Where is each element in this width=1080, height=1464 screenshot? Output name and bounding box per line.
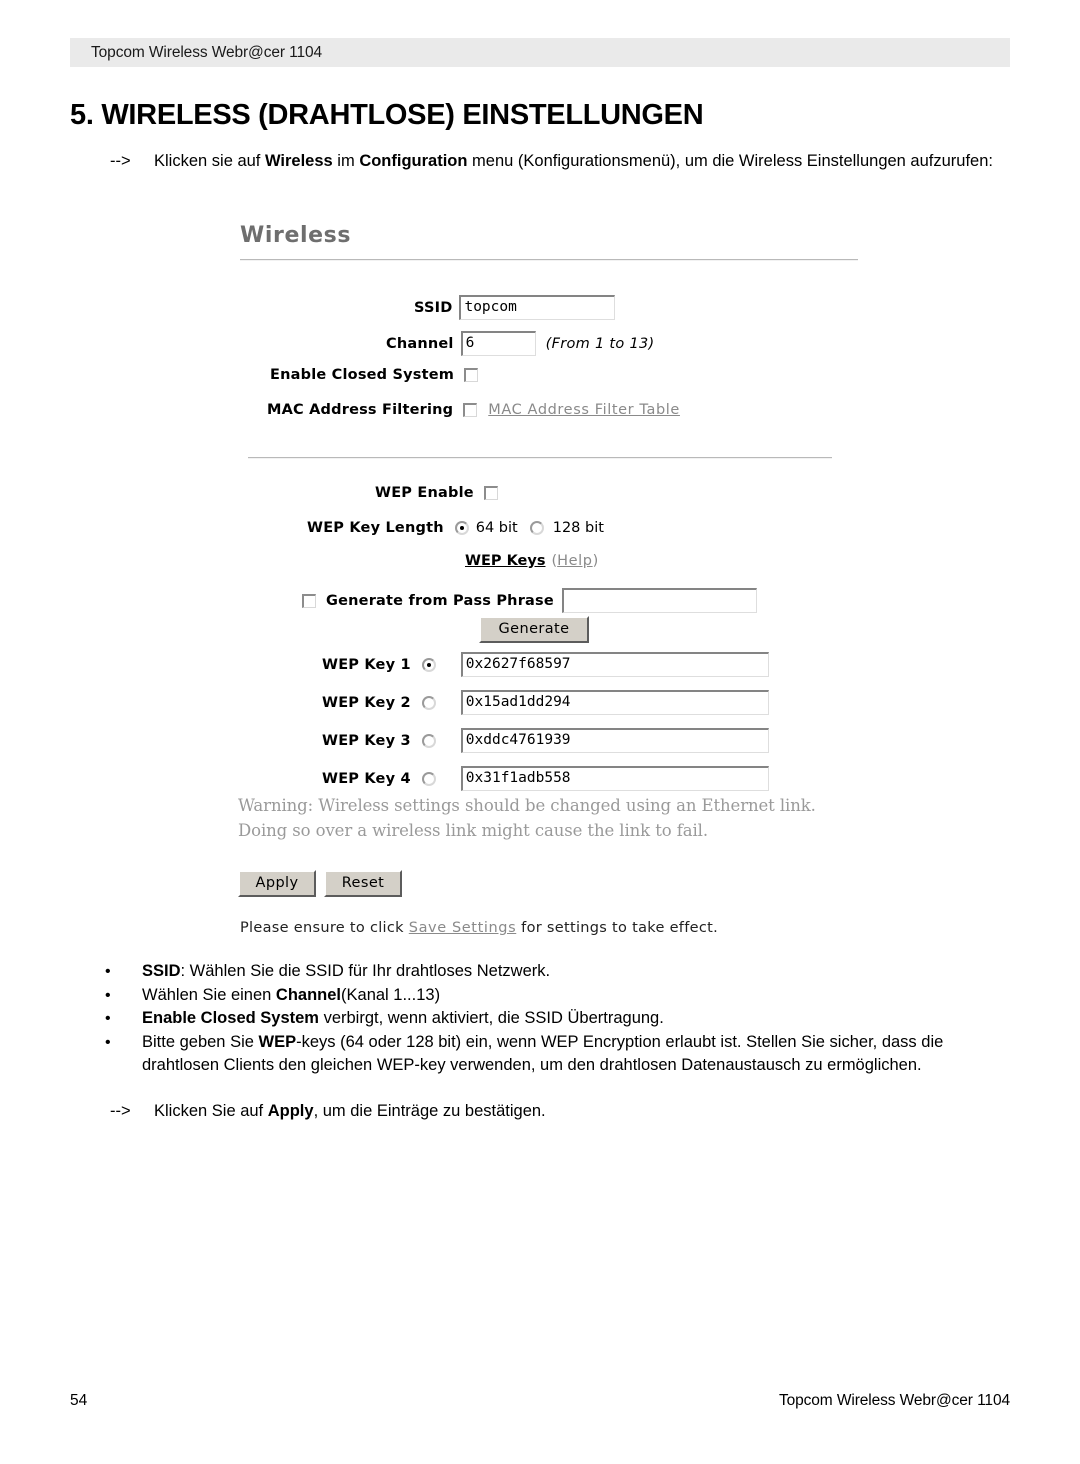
- wep-key-1-label: WEP Key 1: [322, 656, 411, 673]
- ssid-label: SSID: [414, 299, 453, 316]
- wep-key-3-radio[interactable]: [421, 733, 436, 748]
- wep-key-4-radio[interactable]: [421, 771, 436, 786]
- bullet-3-bold: Enable Closed System: [142, 1009, 319, 1027]
- apply-instruction-text: Klicken Sie auf Apply, um die Einträge z…: [154, 1100, 1000, 1123]
- save-settings-note: Please ensure to click Save Settings for…: [240, 920, 718, 936]
- running-header-text: Topcom Wireless Webr@cer 1104: [91, 43, 323, 61]
- wep-key-row: WEP Key 2 0x15ad1dd294: [322, 690, 769, 715]
- bullet-4-text-before: Bitte geben Sie: [142, 1032, 259, 1051]
- bullet-dot: •: [105, 1033, 111, 1051]
- wep-key-4-input[interactable]: 0x31f1adb558: [460, 766, 769, 791]
- wep-key-row: WEP Key 3 0xddc4761939: [322, 728, 769, 753]
- wep-128bit-radio[interactable]: [529, 521, 544, 535]
- bullet-4-bold: WEP: [258, 1032, 297, 1051]
- closed-system-row: Enable Closed System: [270, 367, 479, 383]
- arrow-marker: -->: [110, 1102, 131, 1120]
- closed-system-label: Enable Closed System: [270, 367, 455, 383]
- intro-bold-configuration: Configuration: [359, 152, 468, 170]
- wep-key-2-radio[interactable]: [421, 695, 436, 710]
- warning-text: Warning: Wireless settings should be cha…: [238, 793, 858, 843]
- save-note-post: for settings to take effect.: [516, 920, 719, 936]
- page-number: 54: [70, 1392, 88, 1409]
- pass-phrase-input[interactable]: [561, 588, 757, 613]
- panel-title: Wireless: [240, 223, 352, 248]
- intro-bold-wireless: Wireless: [264, 152, 333, 170]
- reset-button[interactable]: Reset: [324, 870, 402, 897]
- bullet-2-bold: Channel: [275, 985, 342, 1004]
- save-note-pre: Please ensure to click: [240, 920, 409, 936]
- wep-key-row: WEP Key 1 0x2627f68597: [322, 652, 769, 677]
- intro-instruction: --> Klicken sie auf Wireless im Configur…: [110, 150, 1000, 173]
- ssid-input[interactable]: topcom: [459, 295, 616, 320]
- wep-enable-row: WEP Enable: [375, 485, 498, 501]
- pass-phrase-checkbox[interactable]: [302, 593, 316, 608]
- apply-bold: Apply: [267, 1102, 314, 1120]
- list-item: • Enable Closed System verbirgt, wenn ak…: [100, 1007, 1010, 1031]
- bullet-dot: •: [105, 986, 111, 1004]
- bullet-2-text-after: (Kanal 1...13): [341, 985, 441, 1004]
- wep-key-2-input[interactable]: 0x15ad1dd294: [460, 690, 769, 715]
- wep-key-3-label: WEP Key 3: [322, 732, 411, 749]
- save-settings-link[interactable]: Save Settings: [409, 920, 516, 936]
- footer-title: Topcom Wireless Webr@cer 1104: [778, 1392, 1010, 1409]
- wep-key-2-label: WEP Key 2: [322, 694, 411, 711]
- divider-top: [240, 259, 858, 261]
- intro-instruction-text: Klicken sie auf Wireless im Configuratio…: [154, 150, 1000, 173]
- channel-label: Channel: [386, 335, 454, 352]
- list-item: • Wählen Sie einen Channel(Kanal 1...13): [100, 984, 1010, 1008]
- channel-input[interactable]: 6: [460, 331, 536, 356]
- warning-line-2: Doing so over a wireless link might caus…: [238, 821, 708, 840]
- apply-button[interactable]: Apply: [238, 870, 316, 897]
- arrow-marker: -->: [110, 152, 131, 170]
- wep-key-length-label: WEP Key Length: [307, 520, 444, 536]
- mac-filtering-label: MAC Address Filtering: [267, 402, 454, 418]
- page-title: 5. WIRELESS (DRAHTLOSE) EINSTELLUNGEN: [70, 99, 704, 132]
- warning-line-1: Warning: Wireless settings should be cha…: [238, 796, 816, 815]
- intro-text-pre: Klicken sie auf: [154, 152, 265, 170]
- list-item: • SSID: Wählen Sie die SSID für Ihr drah…: [100, 960, 1010, 984]
- wep-keys-heading-row: WEP Keys ( Help ): [465, 553, 598, 569]
- mac-filter-table-link[interactable]: MAC Address Filter Table: [488, 402, 680, 418]
- generate-button[interactable]: Generate: [479, 616, 589, 643]
- wep-key-row: WEP Key 4 0x31f1adb558: [322, 766, 769, 791]
- wep-64bit-label: 64 bit: [475, 520, 518, 536]
- mac-filtering-row: MAC Address Filtering MAC Address Filter…: [267, 402, 680, 418]
- wep-key-3-input[interactable]: 0xddc4761939: [460, 728, 769, 753]
- feature-bullet-list: • SSID: Wählen Sie die SSID für Ihr drah…: [100, 960, 1010, 1078]
- list-item: • Bitte geben Sie WEP-keys (64 oder 128 …: [100, 1031, 1010, 1078]
- running-header: Topcom Wireless Webr@cer 1104: [70, 38, 1010, 67]
- intro-text-post: menu (Konfigurationsmenü), um die Wirele…: [467, 152, 993, 170]
- bullet-1-bold: SSID: [142, 962, 181, 980]
- bullet-dot: •: [105, 963, 111, 980]
- closed-system-checkbox[interactable]: [464, 368, 479, 382]
- wep-enable-label: WEP Enable: [375, 485, 474, 501]
- bullet-1-text: : Wählen Sie die SSID für Ihr drahtloses…: [180, 962, 551, 980]
- help-paren-close: ): [592, 553, 599, 569]
- mac-filtering-checkbox[interactable]: [463, 403, 478, 417]
- wep-128bit-label: 128 bit: [552, 520, 604, 536]
- channel-range-hint: (From 1 to 13): [545, 335, 655, 352]
- apply-text-pre: Klicken Sie auf: [154, 1102, 268, 1120]
- ssid-row: SSID topcom: [414, 295, 616, 320]
- apply-text-post: , um die Einträge zu bestätigen.: [313, 1102, 546, 1120]
- wep-key-4-label: WEP Key 4: [322, 770, 411, 787]
- help-link[interactable]: Help: [557, 553, 592, 569]
- intro-text-mid: im: [332, 152, 360, 170]
- bullet-3-text: verbirgt, wenn aktiviert, die SSID Übert…: [318, 1009, 664, 1027]
- apply-instruction: --> Klicken Sie auf Apply, um die Einträ…: [110, 1100, 1000, 1123]
- channel-row: Channel 6 (From 1 to 13): [386, 331, 654, 356]
- pass-phrase-label: Generate from Pass Phrase: [326, 592, 554, 609]
- wep-64bit-radio[interactable]: [454, 521, 469, 535]
- bullet-2-text-before: Wählen Sie einen: [142, 985, 276, 1004]
- wep-enable-checkbox[interactable]: [483, 486, 498, 500]
- wep-key-length-row: WEP Key Length 64 bit 128 bit: [307, 520, 604, 536]
- pass-phrase-row: Generate from Pass Phrase: [302, 588, 757, 613]
- bullet-dot: •: [105, 1010, 111, 1027]
- router-config-screenshot: Wireless SSID topcom Channel 6 (From 1 t…: [230, 215, 890, 950]
- wep-key-1-radio[interactable]: [421, 657, 436, 672]
- wep-key-1-input[interactable]: 0x2627f68597: [460, 652, 769, 677]
- divider-middle: [248, 457, 832, 459]
- wep-keys-heading[interactable]: WEP Keys: [465, 553, 545, 569]
